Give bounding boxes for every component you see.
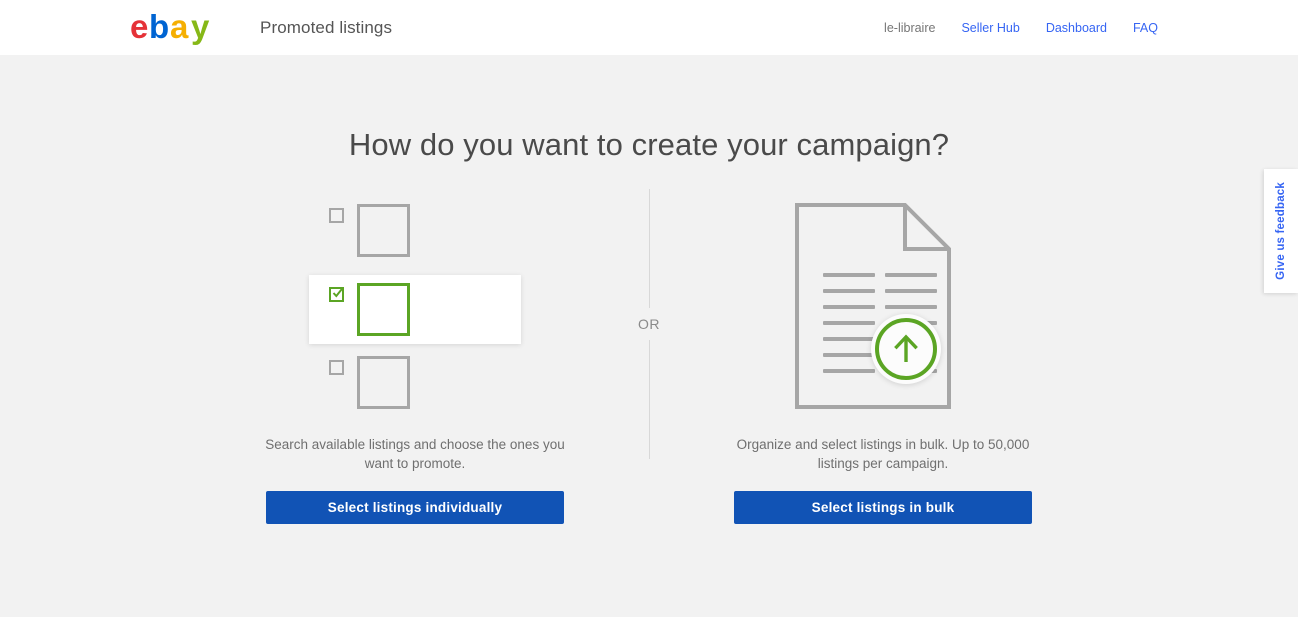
or-divider: OR (648, 189, 650, 459)
listing-thumbnail-icon (357, 356, 410, 409)
svg-text:e: e (130, 11, 148, 45)
svg-text:a: a (170, 11, 189, 45)
listing-thumbnail-icon (357, 204, 410, 257)
option-description: Organize and select listings in bulk. Up… (718, 435, 1048, 473)
option-description: Search available listings and choose the… (250, 435, 580, 473)
upload-arrow-icon (875, 318, 937, 380)
listing-row-selected (309, 275, 521, 344)
nav-username: le-libraire (884, 21, 935, 35)
divider-line-bottom (649, 340, 650, 459)
divider-line-top (649, 189, 650, 308)
svg-text:y: y (191, 11, 210, 45)
page-body: How do you want to create your campaign? (0, 55, 1298, 617)
option-select-in-bulk: Organize and select listings in bulk. Up… (668, 181, 1098, 524)
nav-link-faq[interactable]: FAQ (1133, 21, 1158, 35)
nav-link-dashboard[interactable]: Dashboard (1046, 21, 1107, 35)
nav-link-seller-hub[interactable]: Seller Hub (961, 21, 1019, 35)
ebay-logo[interactable]: e b a y (130, 11, 242, 45)
site-header: e b a y Promoted listings le-libraire Se… (0, 0, 1298, 55)
select-listings-in-bulk-button[interactable]: Select listings in bulk (734, 491, 1032, 524)
header-nav: le-libraire Seller Hub Dashboard FAQ (884, 0, 1158, 55)
give-us-feedback-label: Give us feedback (1275, 182, 1287, 280)
option-select-individually: Search available listings and choose the… (200, 181, 630, 524)
bulk-upload-illustration (793, 181, 973, 431)
listing-row (329, 356, 521, 409)
upload-badge (871, 314, 941, 384)
svg-text:b: b (149, 11, 169, 45)
header-brand-group: e b a y Promoted listings (130, 11, 392, 45)
checkbox-unchecked-icon (329, 208, 344, 223)
give-us-feedback-tab[interactable]: Give us feedback (1264, 169, 1298, 293)
listing-row (329, 204, 521, 257)
checkbox-checked-icon (329, 287, 344, 302)
page-title: How do you want to create your campaign? (0, 55, 1298, 163)
document-icon (793, 201, 973, 411)
checkbox-unchecked-icon (329, 360, 344, 375)
app-title: Promoted listings (260, 18, 392, 38)
campaign-creation-options: Search available listings and choose the… (0, 181, 1298, 524)
divider-label: OR (638, 308, 660, 340)
individual-listings-illustration (309, 181, 521, 431)
listing-thumbnail-icon (357, 283, 410, 336)
select-listings-individually-button[interactable]: Select listings individually (266, 491, 564, 524)
